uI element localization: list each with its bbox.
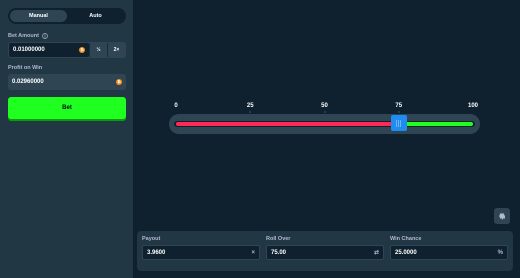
gear-icon [499, 212, 506, 220]
handle-grip [396, 119, 398, 127]
tab-manual[interactable]: Manual [10, 10, 67, 22]
win-chance-value: 25.0000 [395, 249, 417, 256]
payout-input[interactable]: 3.9600 × [142, 245, 260, 260]
mode-tabs: Manual Auto [8, 8, 126, 24]
win-chance-label: Win Chance [390, 236, 422, 242]
slider-scale: 0 25 50 75 100 [133, 103, 520, 113]
tab-auto[interactable]: Auto [67, 10, 124, 22]
bet-button[interactable]: Bet [8, 97, 126, 119]
bet-amount-label: Bet Amount [8, 33, 39, 39]
percent-icon: % [497, 249, 503, 256]
slider-tick-label: 75 [395, 103, 403, 109]
slider-tick-label: 100 [467, 103, 479, 109]
multiplier-icon: × [251, 249, 255, 256]
info-icon[interactable] [42, 33, 48, 39]
handle-grip [400, 119, 402, 127]
win-chance-stat: Win Chance 25.0000 % [390, 236, 508, 271]
profit-on-win-label: Profit on Win [8, 65, 43, 71]
slider-tick-label: 25 [246, 103, 254, 109]
dice-game-area: 0 25 50 75 100 Payout 3.9600 × Roll Over 75.… [133, 0, 520, 278]
profit-on-win-value: 0.02960000 [12, 79, 44, 85]
win-chance-input[interactable]: 25.0000 % [390, 245, 508, 260]
roll-over-stat: Roll Over 75.00 ⇄ [266, 236, 384, 271]
double-bet-button[interactable]: 2× [107, 43, 125, 57]
roll-over-label: Roll Over [266, 236, 291, 242]
settings-button[interactable] [494, 208, 510, 224]
slider-track[interactable] [169, 114, 480, 134]
handle-grip [398, 119, 400, 127]
roll-over-value: 75.00 [271, 249, 287, 256]
slider-tick-mark [397, 111, 400, 113]
profit-label-row: Profit on Win [8, 65, 126, 71]
payout-value: 3.9600 [147, 249, 166, 256]
btc-coin-icon: ₿ [116, 79, 122, 85]
lose-range-bar [176, 122, 399, 126]
swap-icon[interactable]: ⇄ [374, 249, 379, 256]
roll-over-input[interactable]: 75.00 ⇄ [266, 245, 384, 260]
payout-stat: Payout 3.9600 × [142, 236, 260, 271]
stats-panel: Payout 3.9600 × Roll Over 75.00 ⇄ Win Ch… [137, 231, 513, 271]
bet-amount-value: 0.01000000 [13, 47, 45, 53]
slider-tick-label: 0 [174, 103, 178, 109]
bet-sidebar: Manual Auto Bet Amount 0.01000000 ₿ ½ 2×… [0, 0, 133, 278]
btc-coin-icon: ₿ [79, 47, 85, 53]
slider-tick-mark [249, 111, 252, 113]
half-bet-button[interactable]: ½ [89, 43, 107, 57]
win-range-bar [398, 122, 473, 126]
profit-on-win-field[interactable]: 0.02960000 ₿ [8, 74, 126, 90]
payout-label: Payout [142, 236, 161, 242]
bet-amount-label-row: Bet Amount [8, 33, 126, 39]
bet-amount-input[interactable]: 0.01000000 ₿ [9, 43, 89, 57]
slider-handle[interactable] [390, 115, 407, 131]
slider-tick-mark [323, 111, 326, 113]
bet-amount-group: 0.01000000 ₿ ½ 2× [8, 42, 126, 58]
slider-tick-label: 50 [321, 103, 328, 109]
